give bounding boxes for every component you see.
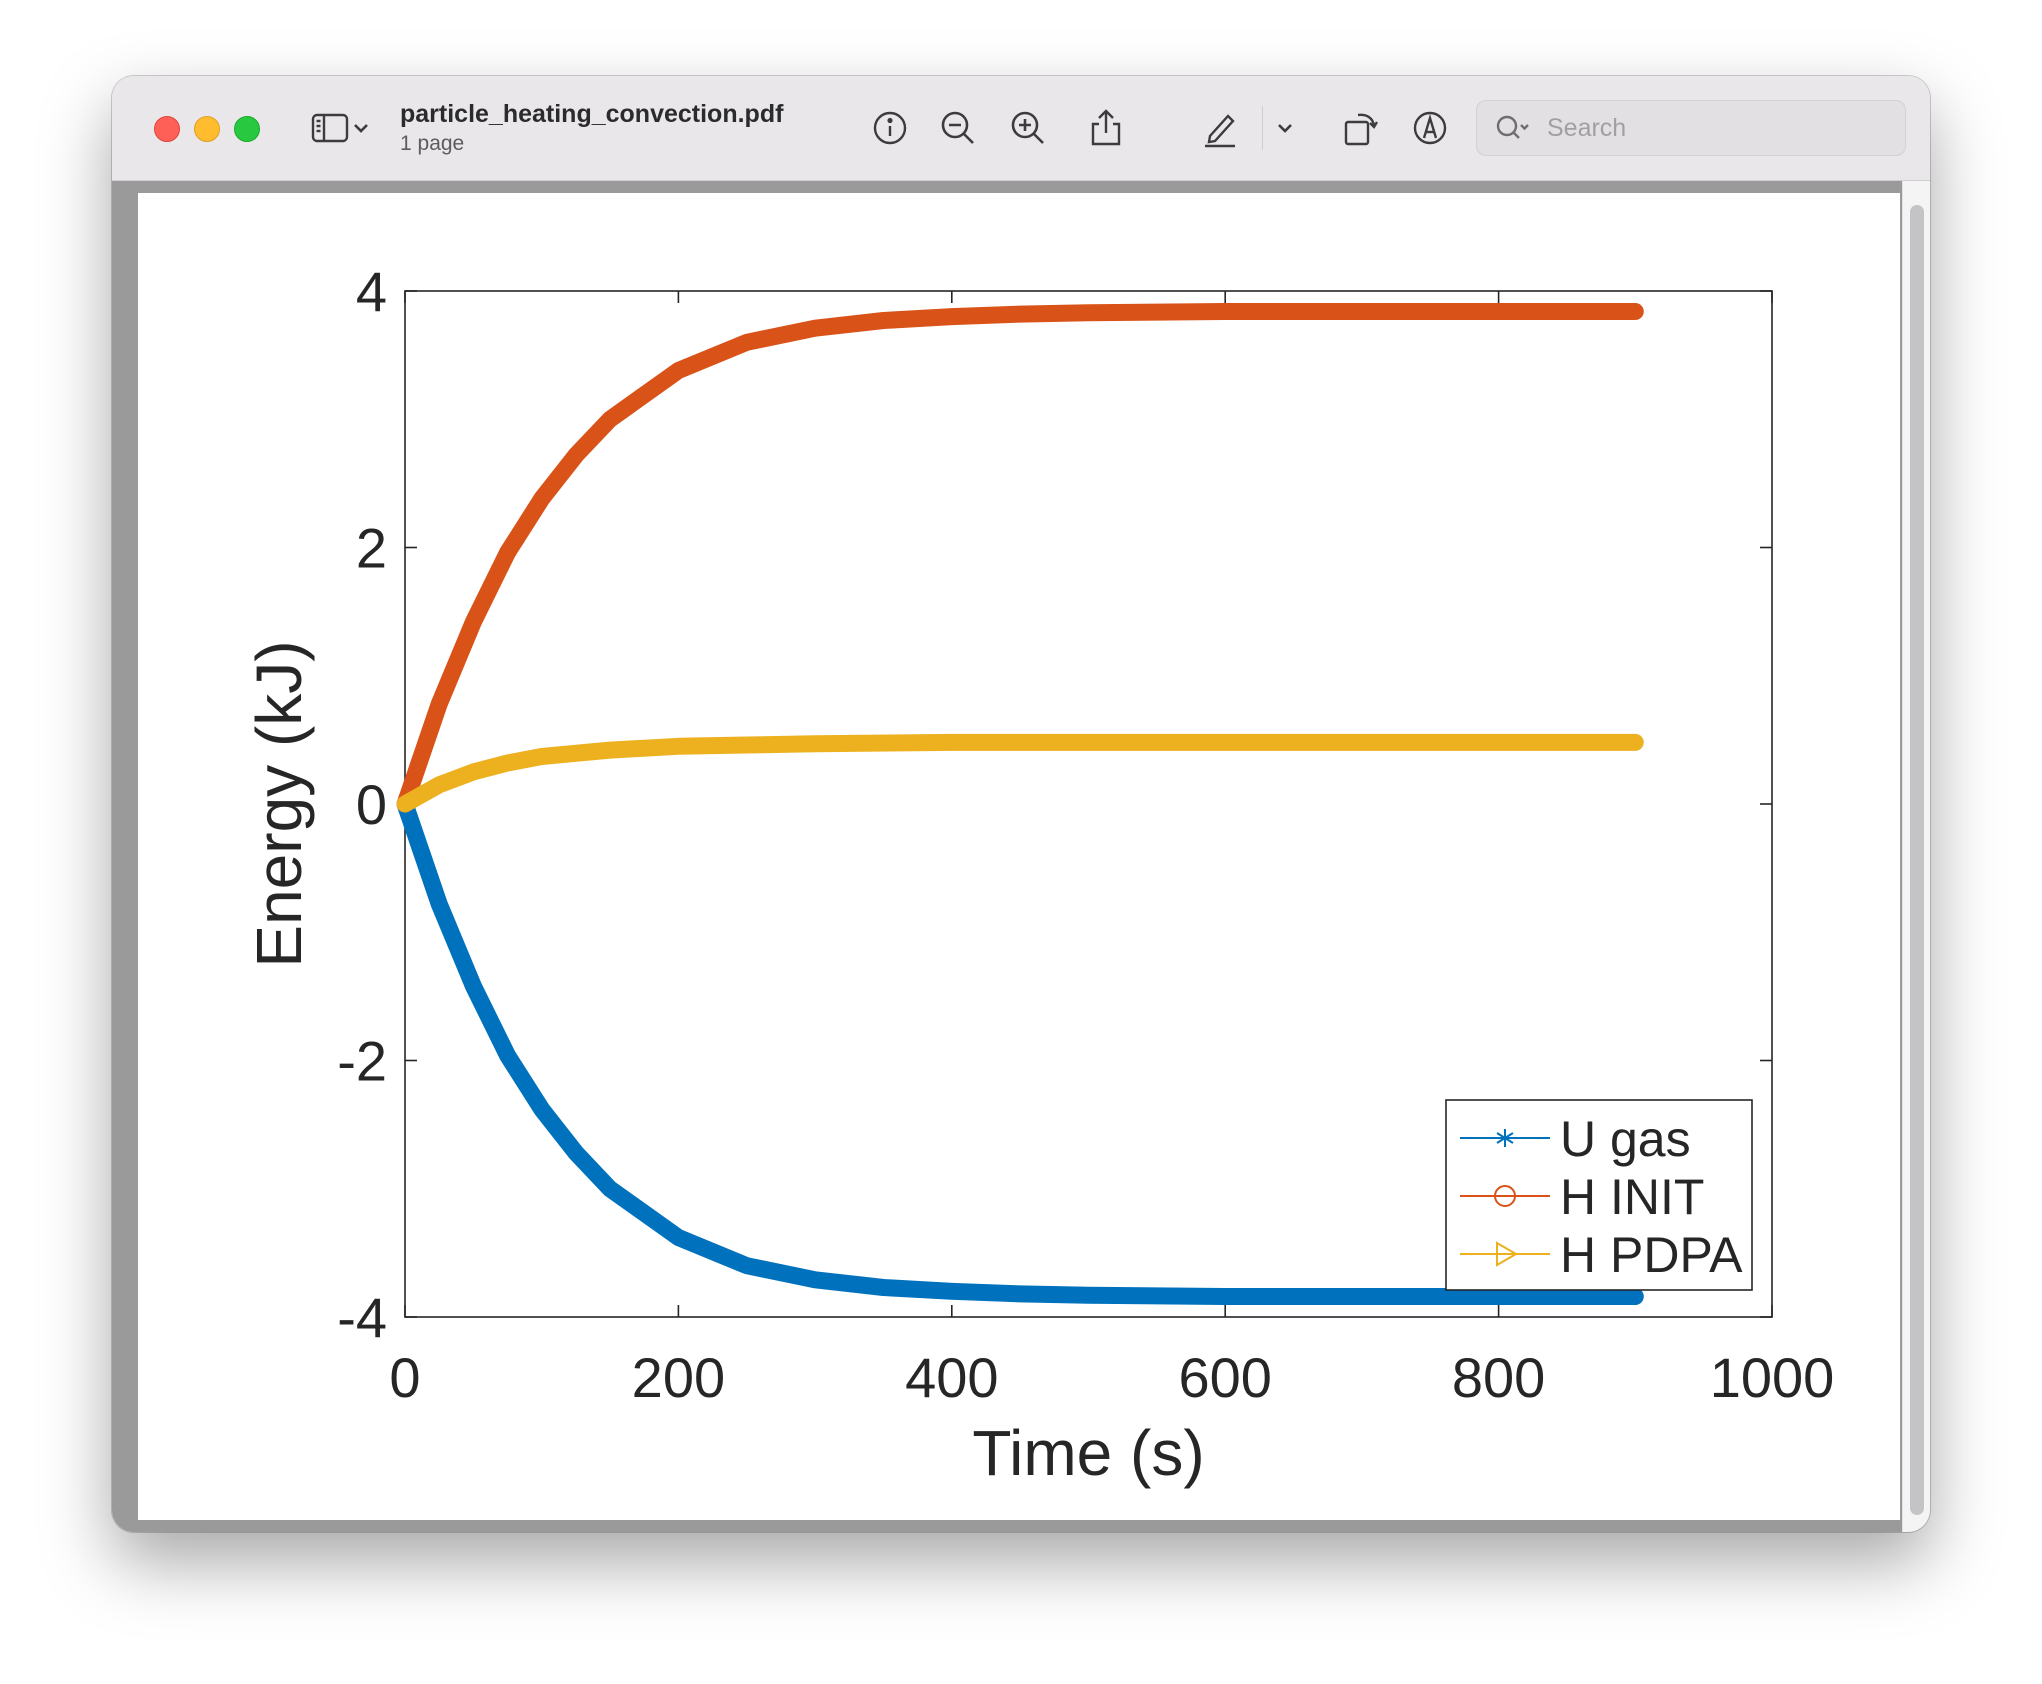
page-count: 1 page — [400, 132, 465, 155]
pdf-page: 0 200 400 600 800 1000 -4 -2 0 2 4 Time (s) Energy (… — [138, 193, 1900, 1520]
y-tick-label: 0 — [356, 773, 387, 836]
annotate-icon[interactable] — [1408, 106, 1452, 150]
legend-label: H INIT — [1560, 1169, 1704, 1225]
vertical-scrollbar[interactable] — [1902, 181, 1930, 1532]
series-line-h-init — [396, 303, 1644, 813]
y-tick-label: -2 — [337, 1030, 387, 1093]
toolbar-separator — [1262, 106, 1263, 150]
search-input[interactable] — [1545, 109, 1889, 147]
preview-window: particle_heating_convection.pdf 1 page S… — [112, 76, 1930, 1532]
close-window-button[interactable] — [154, 116, 180, 142]
chevron-down-icon[interactable] — [348, 106, 374, 150]
series-line-h-pdpa — [396, 733, 1644, 813]
legend-label: U gas — [1560, 1111, 1691, 1167]
y-axis-label: Energy (kJ) — [243, 640, 315, 967]
info-icon[interactable] — [868, 106, 912, 150]
x-tick-label: 200 — [632, 1346, 725, 1409]
x-tick-label: 600 — [1178, 1346, 1271, 1409]
chevron-down-icon[interactable] — [1272, 106, 1298, 150]
x-tick-label: 1000 — [1710, 1346, 1835, 1409]
share-icon[interactable] — [1084, 106, 1128, 150]
markup-pen-icon[interactable] — [1198, 106, 1242, 150]
x-tick-label: 0 — [389, 1346, 420, 1409]
zoom-window-button[interactable] — [234, 116, 260, 142]
x-tick-label: 800 — [1452, 1346, 1545, 1409]
minimize-window-button[interactable] — [194, 116, 220, 142]
zoom-in-icon[interactable] — [1006, 106, 1050, 150]
legend-label: H PDPA — [1560, 1227, 1743, 1283]
search-icon — [1493, 111, 1533, 145]
zoom-out-icon[interactable] — [936, 106, 980, 150]
y-tick-label: -4 — [337, 1286, 387, 1349]
document-title: particle_heating_convection.pdf — [400, 100, 784, 128]
y-tick-label: 4 — [356, 260, 387, 323]
scrollbar-thumb[interactable] — [1910, 205, 1924, 1515]
search-field[interactable] — [1476, 100, 1906, 156]
x-tick-label: 400 — [905, 1346, 998, 1409]
title-bar: particle_heating_convection.pdf 1 page — [112, 76, 1930, 181]
y-tick-label: 2 — [356, 517, 387, 580]
energy-plot: 0 200 400 600 800 1000 -4 -2 0 2 4 Time (s) Energy (… — [243, 260, 1835, 1489]
rotate-icon[interactable] — [1338, 106, 1382, 150]
document-viewport: 0 200 400 600 800 1000 -4 -2 0 2 4 Time (s) Energy (… — [112, 181, 1930, 1532]
sidebar-icon[interactable] — [308, 106, 352, 150]
x-axis-label: Time (s) — [972, 1417, 1204, 1489]
